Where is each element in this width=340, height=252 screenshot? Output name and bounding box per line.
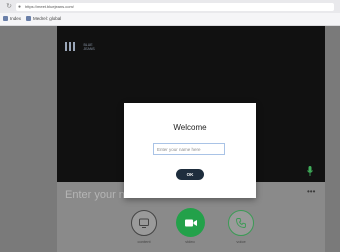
address-bar[interactable]: ● https://meet.bluejeans.com/: [16, 3, 334, 11]
more-horizontal-icon[interactable]: •••: [307, 188, 317, 196]
voice-toggle-button[interactable]: [228, 210, 254, 236]
voice-label: voice: [236, 239, 246, 244]
welcome-dialog: Welcome OK: [124, 103, 256, 198]
logo-icon: [65, 42, 76, 52]
lock-icon: ●: [18, 4, 22, 10]
bookmark-item[interactable]: Medrel: global: [26, 15, 61, 23]
bookmark-item[interactable]: Index: [3, 15, 21, 23]
browser-toolbar: ↻ ● https://meet.bluejeans.com/: [0, 0, 340, 13]
microphone-icon: [307, 166, 313, 176]
backdrop-right: [325, 26, 340, 252]
reload-icon[interactable]: ↻: [5, 3, 13, 11]
backdrop-left: [0, 26, 57, 252]
screen-share-icon: [139, 218, 149, 228]
phone-icon: [236, 218, 246, 228]
content-share-button[interactable]: [131, 210, 157, 236]
bookmark-icon: [3, 16, 8, 22]
name-input[interactable]: [153, 143, 225, 155]
content-label: content: [137, 239, 151, 244]
video-label: video: [185, 239, 195, 244]
bookmark-icon: [26, 16, 31, 22]
video-camera-icon: [184, 219, 197, 226]
url-text: https://meet.bluejeans.com/: [25, 4, 74, 9]
ok-button[interactable]: OK: [176, 169, 204, 180]
dialog-title: Welcome: [173, 123, 207, 132]
logo-line-2: JEANS: [83, 46, 95, 51]
bookmarks-bar: Index Medrel: global: [0, 13, 340, 26]
video-toggle-button[interactable]: [176, 208, 205, 237]
app-logo: BLUE JEANS: [65, 38, 95, 52]
